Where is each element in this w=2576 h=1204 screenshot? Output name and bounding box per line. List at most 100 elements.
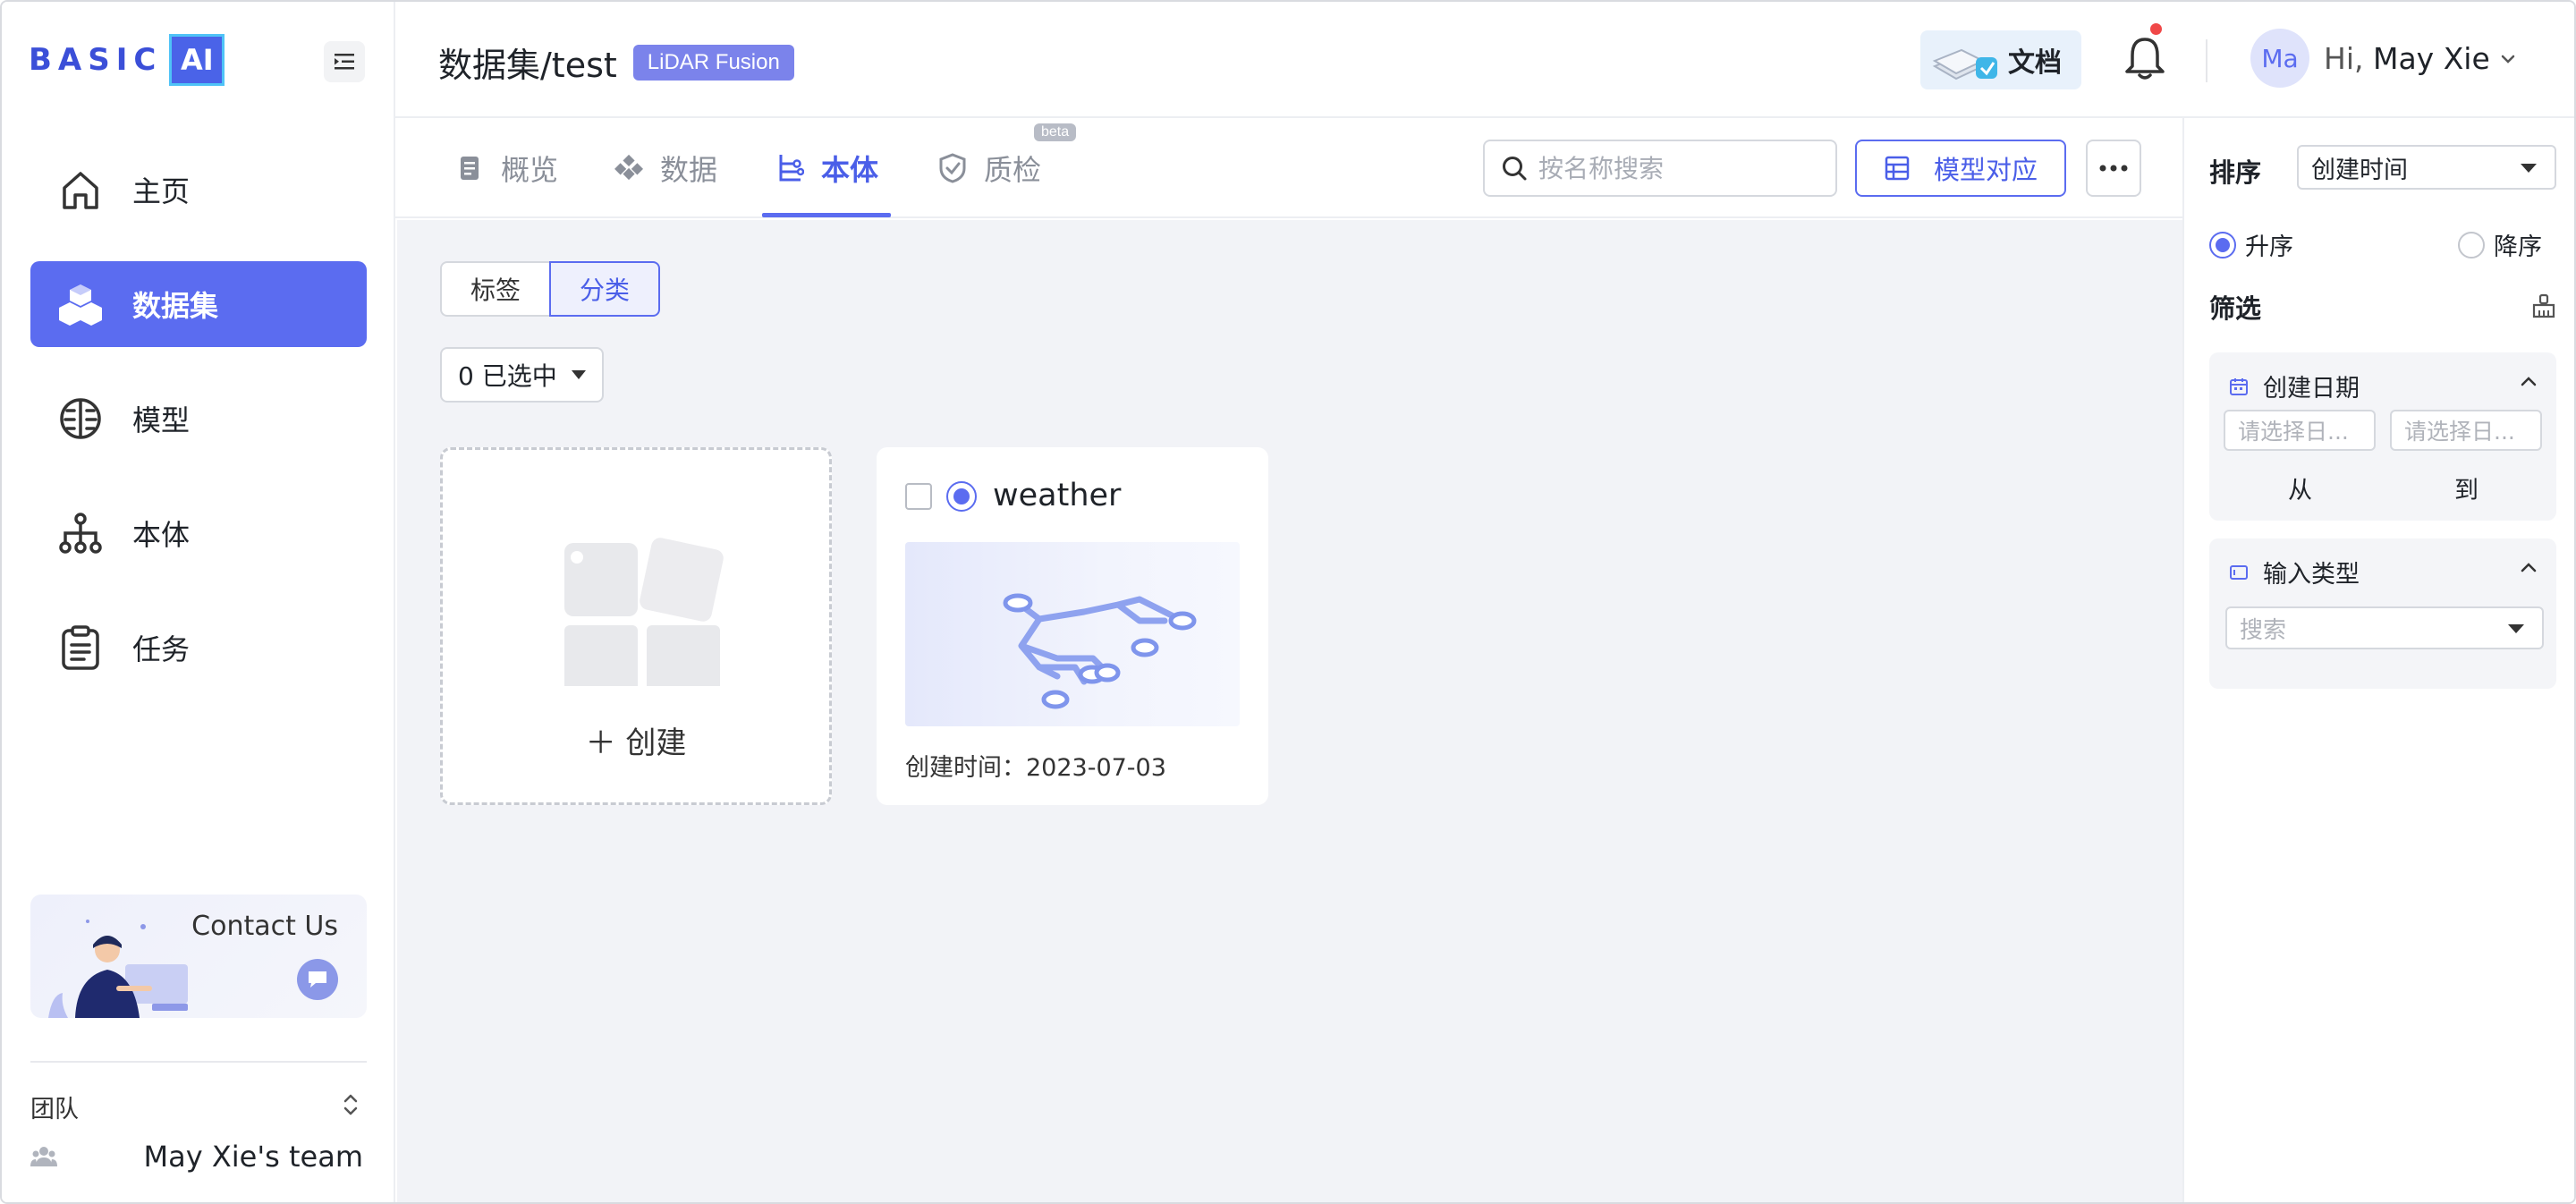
home-icon: [57, 166, 104, 213]
sidebar-item-label: 数据集: [132, 289, 219, 323]
overview-icon: [454, 153, 485, 183]
tab-label: 本体: [821, 153, 879, 187]
header-divider: [2206, 39, 2207, 82]
created-date-title: 创建日期: [2263, 375, 2360, 403]
tab-ontology[interactable]: 本体: [775, 118, 878, 218]
data-icon: [614, 153, 644, 183]
created-time-value: 2023-07-03: [1026, 754, 1166, 782]
main-content: 标签 分类 0 已选中 ＋ 创建 weather 创建时间：2023-07-03: [397, 220, 2182, 1202]
segment-classifications[interactable]: 分类: [549, 261, 661, 317]
notification-bell-icon[interactable]: [2122, 32, 2168, 82]
contact-us-card[interactable]: Contact Us: [30, 895, 367, 1018]
sidebar-item-datasets[interactable]: 数据集: [30, 261, 367, 347]
sidebar-item-label: 模型: [132, 403, 191, 437]
class-card[interactable]: weather 创建时间：2023-07-03: [877, 447, 1268, 805]
ascending-label: 升序: [2245, 233, 2293, 261]
radio-unchecked[interactable]: [2458, 231, 2485, 259]
clear-filter-brush-icon[interactable]: [2531, 293, 2556, 318]
tab-label: 质检: [984, 153, 1042, 187]
docs-label: 文档: [2008, 47, 2062, 79]
more-options-button[interactable]: [2086, 140, 2141, 197]
breadcrumb-path[interactable]: 数据集/test: [438, 38, 617, 87]
sidebar-collapse-button[interactable]: [324, 41, 365, 82]
sort-field-select[interactable]: 创建时间: [2297, 145, 2556, 190]
docs-button[interactable]: 文档: [1920, 30, 2081, 89]
date-from-label: 从: [2288, 477, 2312, 504]
avatar[interactable]: Ma: [2250, 29, 2309, 88]
ontology-type-segmented-control: 标签 分类: [440, 261, 661, 317]
contact-us-title: Contact Us: [191, 911, 338, 942]
team-members-icon: [30, 1147, 57, 1166]
tree-diagram-icon: [1003, 593, 1197, 709]
chevron-down-icon[interactable]: [2497, 50, 2519, 68]
greeting-hi: Hi,: [2324, 41, 2364, 76]
created-date-filter-header[interactable]: 创建日期: [2229, 369, 2360, 403]
chat-icon[interactable]: [297, 959, 338, 1000]
shield-check-icon: [937, 153, 968, 183]
sort-field-value: 创建时间: [2311, 156, 2408, 184]
tab-data[interactable]: 数据: [614, 118, 717, 218]
caret-down-icon: [2508, 624, 2524, 633]
brain-icon: [57, 395, 104, 442]
sidebar-nav: 主页 数据集 模型 本体 任务: [30, 147, 367, 719]
date-to-input[interactable]: 请选择日...: [2390, 410, 2542, 451]
caret-down-icon: [571, 370, 586, 379]
sidebar-item-tasks[interactable]: 任务: [30, 605, 367, 691]
input-type-placeholder: 搜索: [2240, 616, 2287, 644]
chevron-up-icon[interactable]: [2519, 560, 2538, 574]
more-horizontal-icon: [2099, 165, 2128, 172]
clipboard-icon: [57, 624, 104, 671]
descending-label: 降序: [2494, 233, 2542, 261]
logo[interactable]: BASIC AI: [29, 32, 240, 88]
sidebar-item-label: 任务: [132, 632, 191, 666]
app-window: BASIC AI 主页 数据集 模型 本体 任务 Contact Us 团队 M…: [0, 0, 2576, 1204]
model-mapping-button[interactable]: 模型对应: [1855, 140, 2066, 197]
team-name[interactable]: May Xie's team: [144, 1140, 363, 1174]
user-greeting[interactable]: Hi, May Xie: [2324, 41, 2490, 76]
top-header: 数据集/test LiDAR Fusion 文档 Ma Hi, May Xie: [395, 2, 2574, 118]
radio-checked[interactable]: [2209, 231, 2236, 259]
beta-tag: beta: [1034, 123, 1077, 141]
segment-labels[interactable]: 标签: [440, 261, 550, 317]
sidebar: BASIC AI 主页 数据集 模型 本体 任务 Contact Us 团队 M…: [2, 2, 395, 1202]
hierarchy-icon: [57, 510, 104, 556]
date-from-input[interactable]: 请选择日...: [2224, 410, 2376, 451]
filter-label: 筛选: [2209, 293, 2262, 324]
notification-dot: [2150, 23, 2162, 35]
team-switch-chevrons-icon[interactable]: [340, 1091, 361, 1118]
search-box[interactable]: [1483, 140, 1837, 197]
date-to-label: 到: [2454, 477, 2479, 504]
sidebar-item-ontology[interactable]: 本体: [30, 490, 367, 576]
input-type-filter-header[interactable]: 输入类型: [2229, 555, 2360, 589]
chevron-up-icon[interactable]: [2519, 374, 2538, 388]
sidebar-item-models[interactable]: 模型: [30, 376, 367, 462]
tab-overview[interactable]: 概览: [454, 118, 558, 218]
cubes-icon: [57, 281, 104, 327]
create-placeholder-illustration: [564, 538, 724, 686]
ontology-icon: [775, 153, 805, 183]
table-icon: [1885, 156, 1910, 181]
tab-label: 概览: [501, 153, 559, 187]
create-class-card[interactable]: ＋ 创建: [440, 447, 832, 805]
class-card-title[interactable]: weather: [993, 478, 1121, 513]
input-type-select[interactable]: 搜索: [2225, 606, 2544, 649]
class-type-radio-icon: [946, 481, 977, 512]
dataset-type-badge: LiDAR Fusion: [632, 44, 794, 81]
tab-quality-check[interactable]: 质检: [937, 118, 1041, 218]
card-checkbox[interactable]: [905, 483, 932, 510]
logo-ai-mark: AI: [169, 34, 225, 86]
team-label: 团队: [30, 1096, 79, 1123]
selection-dropdown[interactable]: 0 已选中: [440, 347, 604, 403]
dataset-tabs-bar: 概览 数据 本体 质检 beta 模型对应: [395, 118, 2182, 218]
sort-ascending-option[interactable]: 升序: [2209, 227, 2293, 262]
created-date-filter: 创建日期 请选择日... 请选择日... 从 到: [2209, 352, 2556, 521]
search-input[interactable]: [1538, 153, 1834, 183]
plus-icon: ＋: [585, 725, 626, 761]
sort-descending-option[interactable]: 降序: [2458, 227, 2542, 262]
team-divider: [30, 1061, 367, 1063]
sort-label: 排序: [2209, 157, 2262, 188]
logo-text: BASIC: [29, 42, 163, 78]
active-tab-indicator: [762, 213, 891, 217]
class-tree-thumbnail: [905, 542, 1240, 726]
sidebar-item-home[interactable]: 主页: [30, 147, 367, 233]
